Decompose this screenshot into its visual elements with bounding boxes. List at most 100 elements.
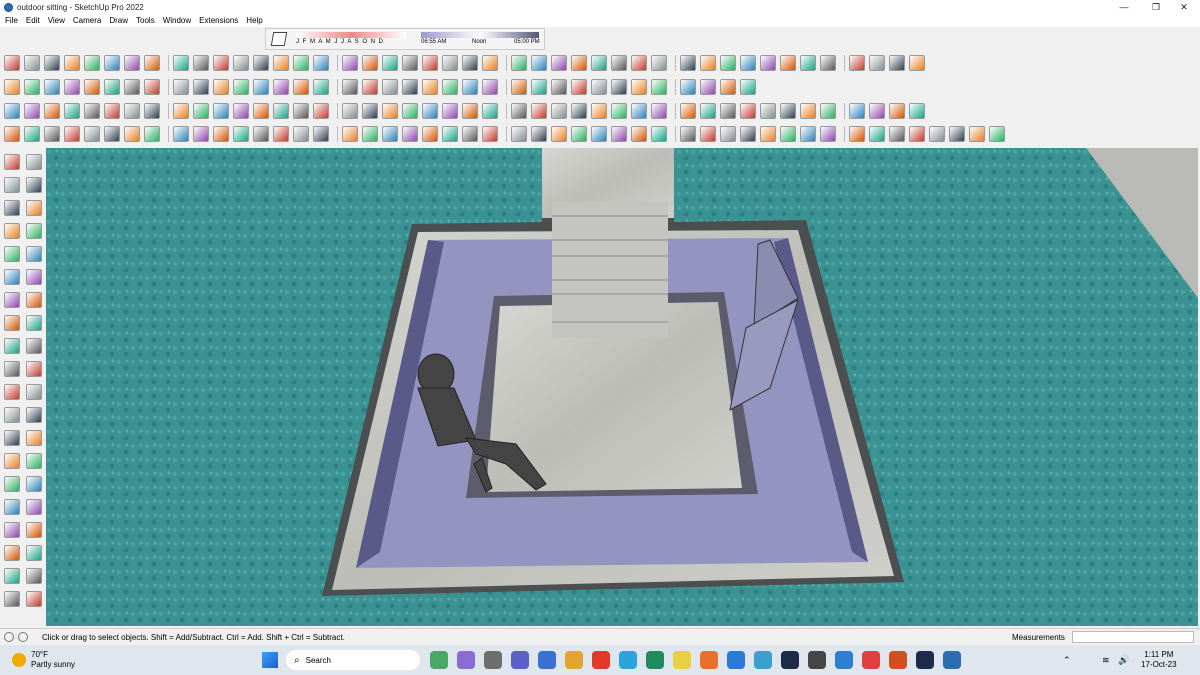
weather-icon[interactable]	[12, 653, 26, 667]
tool-icon[interactable]	[631, 103, 647, 119]
tool-icon[interactable]	[124, 126, 140, 142]
tool-icon[interactable]	[780, 55, 796, 71]
tool-icon[interactable]	[820, 103, 836, 119]
tool-icon[interactable]	[511, 79, 527, 95]
tool-icon[interactable]	[4, 200, 20, 216]
tool-icon[interactable]	[4, 591, 20, 607]
tool-icon[interactable]	[4, 246, 20, 262]
tool-icon[interactable]	[889, 103, 905, 119]
taskbar-app-icon[interactable]	[835, 651, 853, 669]
taskbar-app-icon[interactable]	[484, 651, 502, 669]
tool-icon[interactable]	[293, 126, 309, 142]
tool-icon[interactable]	[611, 103, 627, 119]
tool-icon[interactable]	[611, 55, 627, 71]
tool-icon[interactable]	[293, 55, 309, 71]
tool-icon[interactable]	[402, 103, 418, 119]
tool-icon[interactable]	[253, 55, 269, 71]
tool-icon[interactable]	[680, 55, 696, 71]
tool-icon[interactable]	[193, 79, 209, 95]
tool-icon[interactable]	[233, 55, 249, 71]
tool-icon[interactable]	[700, 55, 716, 71]
tool-icon[interactable]	[591, 126, 607, 142]
tool-icon[interactable]	[651, 55, 667, 71]
tool-icon[interactable]	[631, 55, 647, 71]
taskbar-app-icon[interactable]	[646, 651, 664, 669]
tool-icon[interactable]	[84, 103, 100, 119]
taskbar-app-icon[interactable]	[916, 651, 934, 669]
taskbar-app-icon[interactable]	[538, 651, 556, 669]
tool-icon[interactable]	[482, 103, 498, 119]
tool-icon[interactable]	[442, 79, 458, 95]
tool-icon[interactable]	[4, 79, 20, 95]
tool-icon[interactable]	[4, 55, 20, 71]
tool-icon[interactable]	[740, 126, 756, 142]
tool-icon[interactable]	[26, 315, 42, 331]
tool-icon[interactable]	[680, 79, 696, 95]
taskbar-app-icon[interactable]	[457, 651, 475, 669]
tool-icon[interactable]	[571, 55, 587, 71]
tool-icon[interactable]	[26, 246, 42, 262]
tool-icon[interactable]	[4, 522, 20, 538]
geo-icon[interactable]	[18, 632, 28, 642]
tool-icon[interactable]	[193, 126, 209, 142]
tool-icon[interactable]	[849, 126, 865, 142]
tool-icon[interactable]	[422, 103, 438, 119]
tool-icon[interactable]	[720, 79, 736, 95]
tool-icon[interactable]	[124, 79, 140, 95]
tool-icon[interactable]	[591, 55, 607, 71]
tool-icon[interactable]	[342, 103, 358, 119]
tool-icon[interactable]	[462, 103, 478, 119]
tool-icon[interactable]	[700, 126, 716, 142]
tool-icon[interactable]	[26, 154, 42, 170]
taskbar-app-icon[interactable]	[754, 651, 772, 669]
tool-icon[interactable]	[631, 126, 647, 142]
tool-icon[interactable]	[104, 79, 120, 95]
tool-icon[interactable]	[124, 55, 140, 71]
tool-icon[interactable]	[571, 103, 587, 119]
tool-icon[interactable]	[273, 79, 289, 95]
tool-icon[interactable]	[4, 384, 20, 400]
tool-icon[interactable]	[800, 55, 816, 71]
windows-start-icon[interactable]	[262, 652, 278, 668]
tool-icon[interactable]	[740, 103, 756, 119]
tool-icon[interactable]	[26, 407, 42, 423]
tool-icon[interactable]	[104, 103, 120, 119]
tool-icon[interactable]	[4, 223, 20, 239]
tool-icon[interactable]	[4, 269, 20, 285]
tool-icon[interactable]	[64, 103, 80, 119]
taskbar-app-icon[interactable]	[592, 651, 610, 669]
tool-icon[interactable]	[402, 55, 418, 71]
taskbar-app-icon[interactable]	[727, 651, 745, 669]
tool-icon[interactable]	[44, 55, 60, 71]
time-slider[interactable]	[421, 32, 539, 38]
tool-icon[interactable]	[382, 79, 398, 95]
tool-icon[interactable]	[24, 79, 40, 95]
tool-icon[interactable]	[144, 79, 160, 95]
tool-icon[interactable]	[342, 55, 358, 71]
tool-icon[interactable]	[273, 103, 289, 119]
tool-icon[interactable]	[462, 79, 478, 95]
tool-icon[interactable]	[26, 269, 42, 285]
menu-edit[interactable]: Edit	[26, 16, 40, 25]
tool-icon[interactable]	[531, 79, 547, 95]
tool-icon[interactable]	[4, 361, 20, 377]
tool-icon[interactable]	[442, 126, 458, 142]
tool-icon[interactable]	[213, 79, 229, 95]
tool-icon[interactable]	[26, 292, 42, 308]
tool-icon[interactable]	[4, 292, 20, 308]
tool-icon[interactable]	[342, 79, 358, 95]
taskbar-app-icon[interactable]	[808, 651, 826, 669]
tool-icon[interactable]	[193, 55, 209, 71]
menu-extensions[interactable]: Extensions	[199, 16, 238, 25]
tool-icon[interactable]	[193, 103, 209, 119]
info-icon[interactable]	[4, 632, 14, 642]
tool-icon[interactable]	[26, 384, 42, 400]
tool-icon[interactable]	[571, 126, 587, 142]
model-viewport[interactable]	[46, 148, 1198, 626]
tool-icon[interactable]	[4, 338, 20, 354]
tool-icon[interactable]	[482, 55, 498, 71]
weather-widget[interactable]: 70°F Partly sunny	[31, 650, 75, 670]
tool-icon[interactable]	[213, 103, 229, 119]
tool-icon[interactable]	[462, 55, 478, 71]
tool-icon[interactable]	[233, 79, 249, 95]
